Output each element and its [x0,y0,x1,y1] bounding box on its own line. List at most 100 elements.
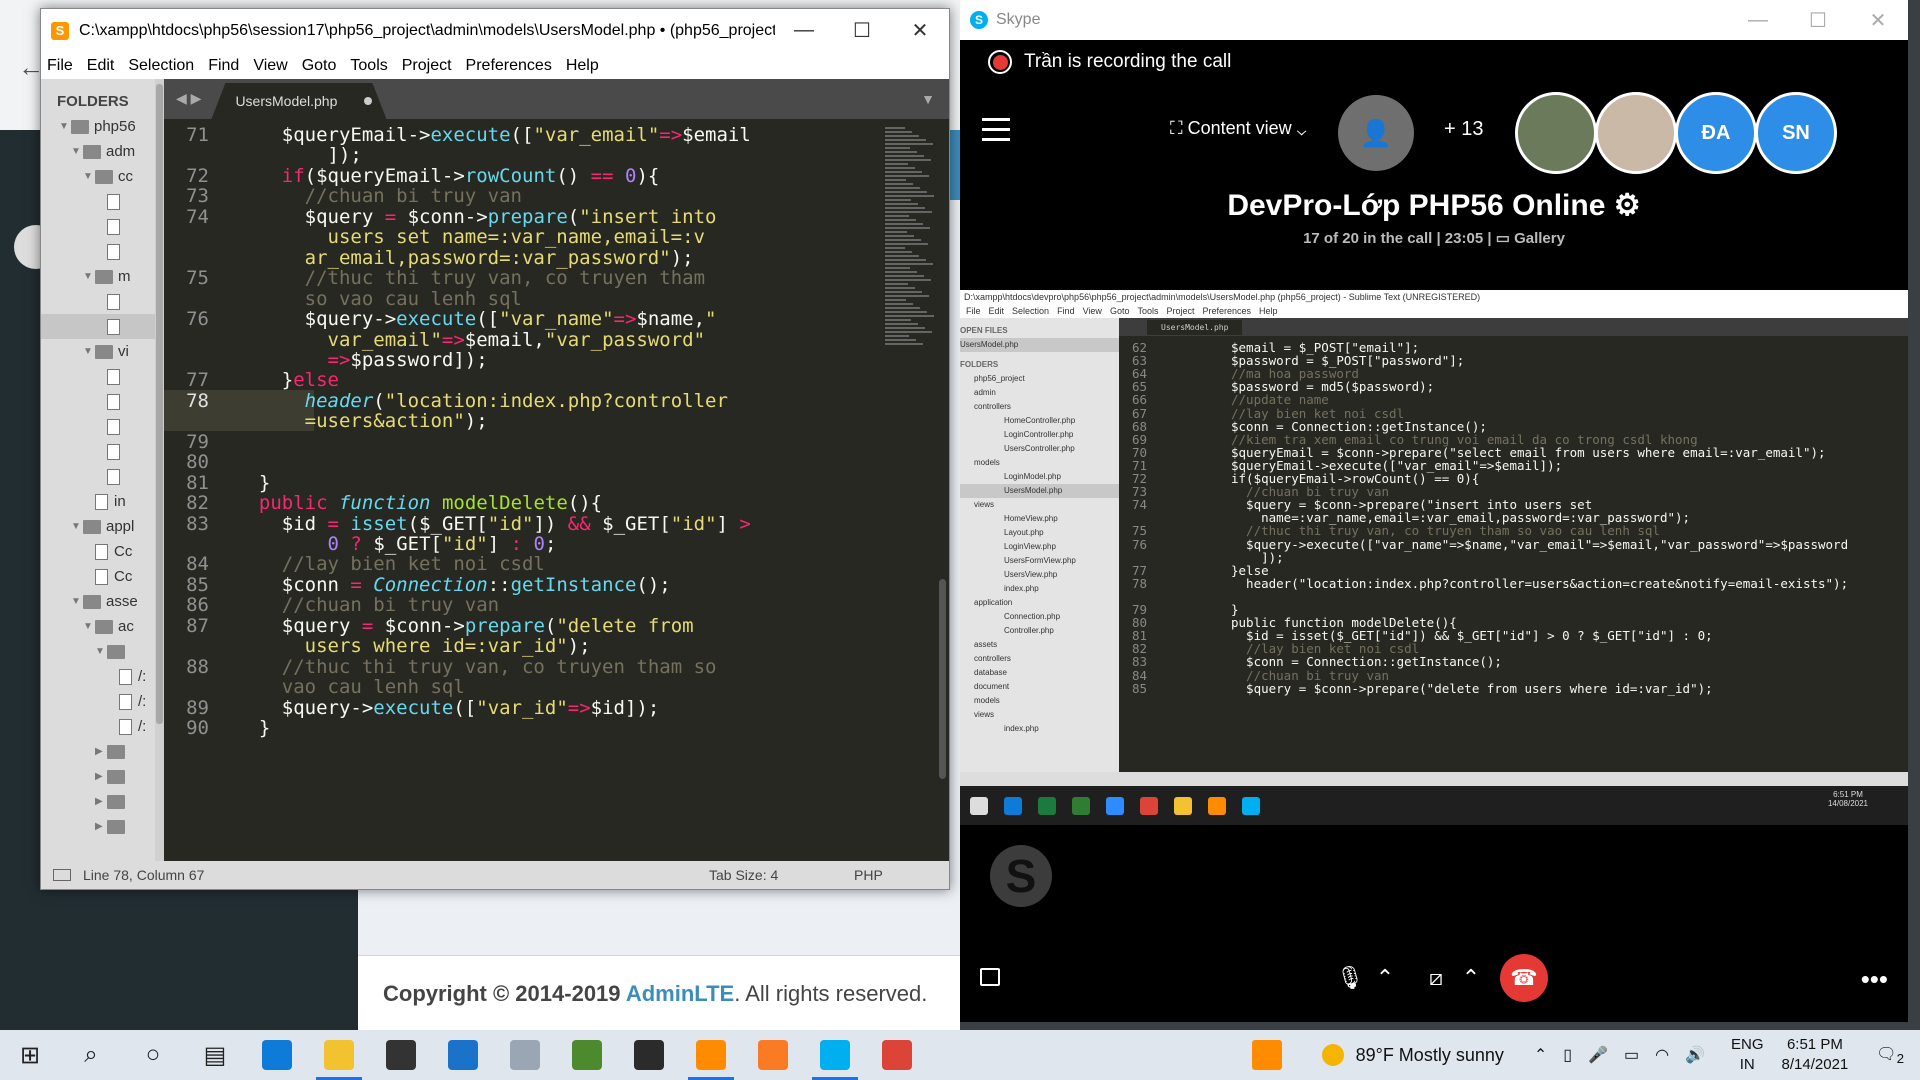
notification-center-icon[interactable]: 🗨2 [1876,1044,1904,1066]
tree-file[interactable] [41,439,164,464]
file-explorer-icon[interactable] [308,1030,370,1080]
tree-file[interactable] [41,389,164,414]
minimap[interactable] [885,125,935,385]
menu-icon[interactable] [982,118,1010,148]
mail-icon[interactable] [432,1030,494,1080]
code-line[interactable]: } [236,717,270,739]
search-icon[interactable]: ⌕ [60,1030,122,1080]
tree-file[interactable] [41,214,164,239]
code-line[interactable]: //thuc thi truy van, co truyen tham so [236,656,717,678]
sublime-titlebar[interactable]: S C:\xampp\htdocs\php56\session17\php56_… [41,9,949,52]
wifi-icon[interactable]: ◠ [1655,1045,1669,1065]
code-line[interactable]: vao cau lenh sql [236,676,465,698]
code-line[interactable]: } [236,472,270,494]
chevron-up-icon[interactable]: ⌃ [1534,1045,1547,1065]
menu-item-selection[interactable]: Selection [128,57,194,75]
code-line[interactable]: //chuan bi truy van [236,594,499,616]
code-line[interactable]: $conn = Connection::getInstance(); [236,574,671,596]
code-line[interactable]: =>$password]); [236,349,488,371]
more-options-icon[interactable]: ••• [1861,964,1888,995]
tree-folder[interactable]: ▼ php56 [41,114,164,139]
syntax-selector[interactable]: PHP [854,867,949,883]
sidebar-scrollbar[interactable] [155,79,164,861]
tab-nav-arrows-icon[interactable]: ◀ ▶ [164,90,211,119]
tripadvisor-icon[interactable] [618,1030,680,1080]
settings-gear-icon[interactable]: ⚙ [1614,189,1641,222]
skype-minimize-button[interactable]: — [1728,9,1788,32]
code-line[interactable]: $query->execute(["var_name"=>$name," [236,308,717,330]
code-line[interactable]: so vao cau lenh sql [236,288,522,310]
video-toggle-button[interactable]: ⧄ [1412,954,1460,1002]
tree-file[interactable] [41,189,164,214]
disclosure-closed-icon[interactable]: ▶ [95,821,107,832]
tree-folder[interactable]: ▼ adm [41,139,164,164]
store-icon[interactable] [370,1030,432,1080]
code-line[interactable]: ]); [236,144,362,166]
microphone-icon[interactable]: 🎤 [1588,1045,1608,1065]
minimize-button[interactable]: — [775,19,833,42]
participant-avatar[interactable]: SN [1755,92,1837,174]
code-line[interactable]: $queryEmail->execute(["var_email"=>$emai… [236,124,751,146]
audio-options-chevron-icon[interactable]: ⌃ [1370,954,1400,1002]
menu-item-help[interactable]: Help [566,57,599,75]
skype-maximize-button[interactable]: ☐ [1788,8,1848,33]
code-line[interactable]: users where id=:var_id"); [236,635,591,657]
menu-item-view[interactable]: View [253,57,287,75]
disclosure-open-icon[interactable]: ▼ [59,121,71,132]
mute-microphone-button[interactable]: 🎙 [1326,954,1374,1002]
menu-item-tools[interactable]: Tools [350,57,387,75]
footer-brand-link[interactable]: AdminLTE [626,981,734,1006]
menu-item-edit[interactable]: Edit [87,57,115,75]
tree-file[interactable]: Cc [41,564,164,589]
disclosure-open-icon[interactable]: ▼ [71,596,83,607]
tree-file[interactable]: /: [41,664,164,689]
tree-folder[interactable]: ▶ [41,789,164,814]
edge-icon[interactable] [246,1030,308,1080]
code-text[interactable]: $queryEmail->execute(["var_email"=>$emai… [236,119,756,861]
panel-toggle-icon[interactable] [53,869,71,881]
disclosure-open-icon[interactable]: ▼ [71,521,83,532]
tree-file[interactable]: in [41,489,164,514]
sublime-icon[interactable] [680,1030,742,1080]
gallery-icon[interactable]: ▭ [1496,230,1514,247]
code-line[interactable]: if($queryEmail->rowCount() == 0){ [236,165,660,187]
battery-icon[interactable]: ▭ [1624,1045,1639,1065]
tree-file[interactable]: /: [41,714,164,739]
tree-folder[interactable]: ▼ [41,639,164,664]
end-call-button[interactable]: ☎ [1500,954,1548,1002]
code-area[interactable]: 71 72 73 74 75 76 77 78 79 80 81 82 83 84 85 86 87 88 89 90… [164,119,949,861]
xampp-icon[interactable] [742,1030,804,1080]
close-button[interactable]: ✕ [891,18,949,43]
tree-folder[interactable]: ▼ ac [41,614,164,639]
start-windows-icon[interactable]: ⊞ [0,1041,60,1070]
tree-folder[interactable]: ▼ cc [41,164,164,189]
code-line[interactable]: public function modelDelete(){ [236,492,602,514]
editor-scrollbar[interactable] [938,119,947,861]
code-line[interactable]: var_email"=>$email,"var_password" [236,329,706,351]
menu-item-find[interactable]: Find [208,57,239,75]
evernote-icon[interactable] [556,1030,618,1080]
unsaved-dot-icon[interactable] [364,97,373,105]
tree-folder[interactable]: ▼ m [41,264,164,289]
code-line[interactable]: $id = isset($_GET["id"]) && $_GET["id"] … [236,513,751,535]
code-line[interactable]: //thuc thi truy van, co truyen tham [236,267,705,289]
tree-file[interactable] [41,464,164,489]
tree-folder[interactable]: ▼ asse [41,589,164,614]
tab-usersmodel[interactable]: UsersModel.php [211,83,387,119]
tree-file[interactable] [41,314,164,339]
tree-file[interactable] [41,239,164,264]
chrome-icon[interactable] [866,1030,928,1080]
more-participants-count[interactable]: + 13 [1444,118,1483,141]
tab-dropdown-icon[interactable]: ▼ [921,91,935,107]
disclosure-open-icon[interactable]: ▼ [83,621,95,632]
weather-widget[interactable]: 89°F Mostly sunny [1321,1044,1504,1066]
tree-folder[interactable]: ▶ [41,814,164,839]
code-line[interactable]: header("location:index.php?controller [236,390,728,412]
tree-folder[interactable]: ▶ [41,739,164,764]
code-line[interactable]: 0 ? $_GET["id"] : 0; [236,533,557,555]
device-icon[interactable]: ▯ [1563,1045,1572,1065]
task-view-icon[interactable]: ▤ [184,1030,246,1080]
language-indicator[interactable]: ENG IN [1731,1035,1764,1075]
skype-titlebar[interactable]: S Skype — ☐ ✕ [960,0,1908,40]
code-line[interactable]: ar_email,password=:var_password"); [236,247,694,269]
